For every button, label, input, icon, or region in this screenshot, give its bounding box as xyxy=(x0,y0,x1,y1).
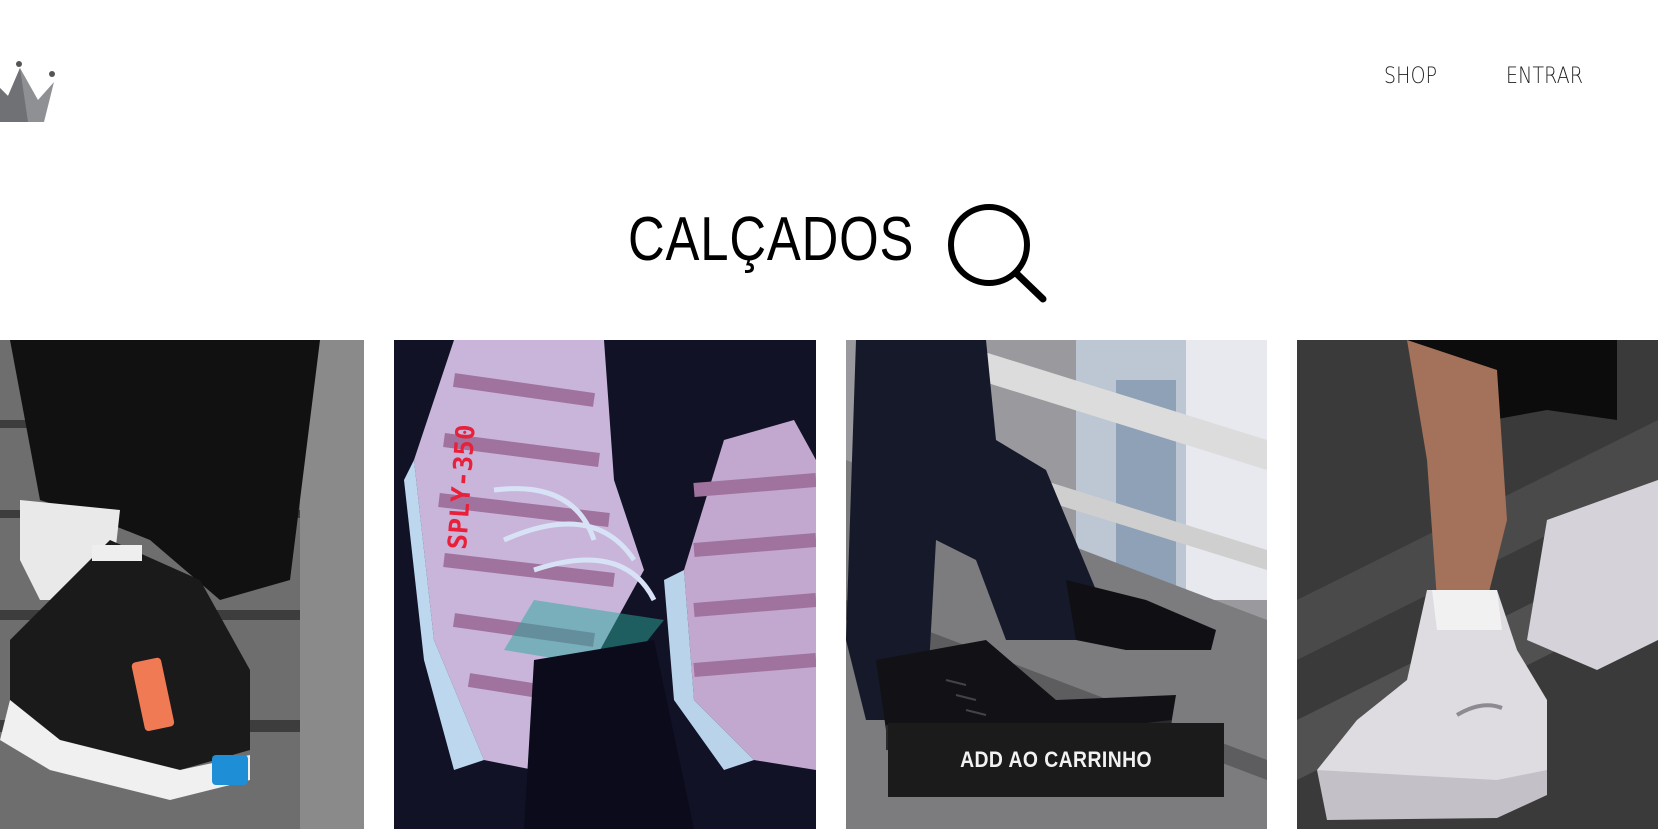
add-to-cart-button[interactable]: ADD AO CARRINHO xyxy=(888,723,1224,797)
crown-logo-icon[interactable] xyxy=(0,56,62,126)
main-nav: SHOP ENTRAR xyxy=(1384,64,1596,89)
product-image xyxy=(0,340,364,829)
product-image xyxy=(1297,340,1658,829)
product-card[interactable]: ADD AO CARRINHO xyxy=(846,340,1267,829)
page-title: CALÇADOS xyxy=(628,205,915,274)
product-card[interactable]: SPLY-350 xyxy=(394,340,816,829)
nav-link-shop[interactable]: SHOP xyxy=(1384,64,1437,89)
search-icon[interactable] xyxy=(943,200,1049,304)
nav-link-entrar[interactable]: ENTRAR xyxy=(1506,64,1583,89)
product-card[interactable] xyxy=(1297,340,1658,829)
product-image: SPLY-350 xyxy=(394,340,816,829)
product-card[interactable] xyxy=(0,340,364,829)
section-heading: CALÇADOS xyxy=(628,204,1047,303)
